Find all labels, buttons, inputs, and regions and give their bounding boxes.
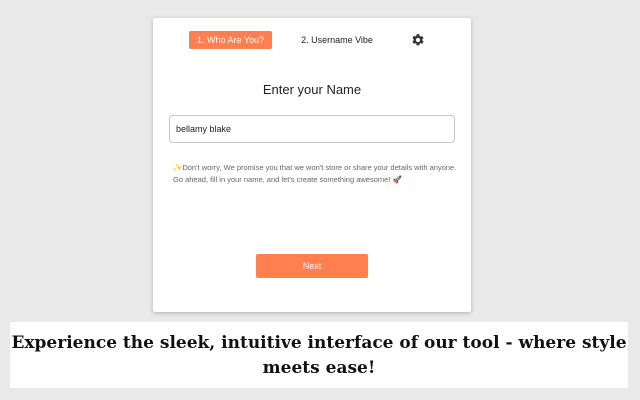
next-button[interactable]: Next: [256, 254, 368, 278]
name-input[interactable]: [169, 115, 455, 143]
caption-text: Experience the sleek, intuitive interfac…: [11, 333, 627, 378]
tab-username-vibe[interactable]: 2. Username Vibe: [296, 31, 378, 49]
wizard-card: 1. Who Are You? 2. Username Vibe Enter y…: [153, 18, 471, 312]
privacy-note: ✨Don't worry, We promise you that we won…: [173, 163, 457, 184]
page-title: Enter your Name: [262, 82, 362, 97]
screenshot-stage: 1. Who Are You? 2. Username Vibe Enter y…: [0, 0, 640, 400]
gear-icon[interactable]: [411, 33, 425, 47]
caption-banner: Experience the sleek, intuitive interfac…: [10, 322, 628, 388]
tab-who-are-you[interactable]: 1. Who Are You?: [189, 31, 272, 49]
